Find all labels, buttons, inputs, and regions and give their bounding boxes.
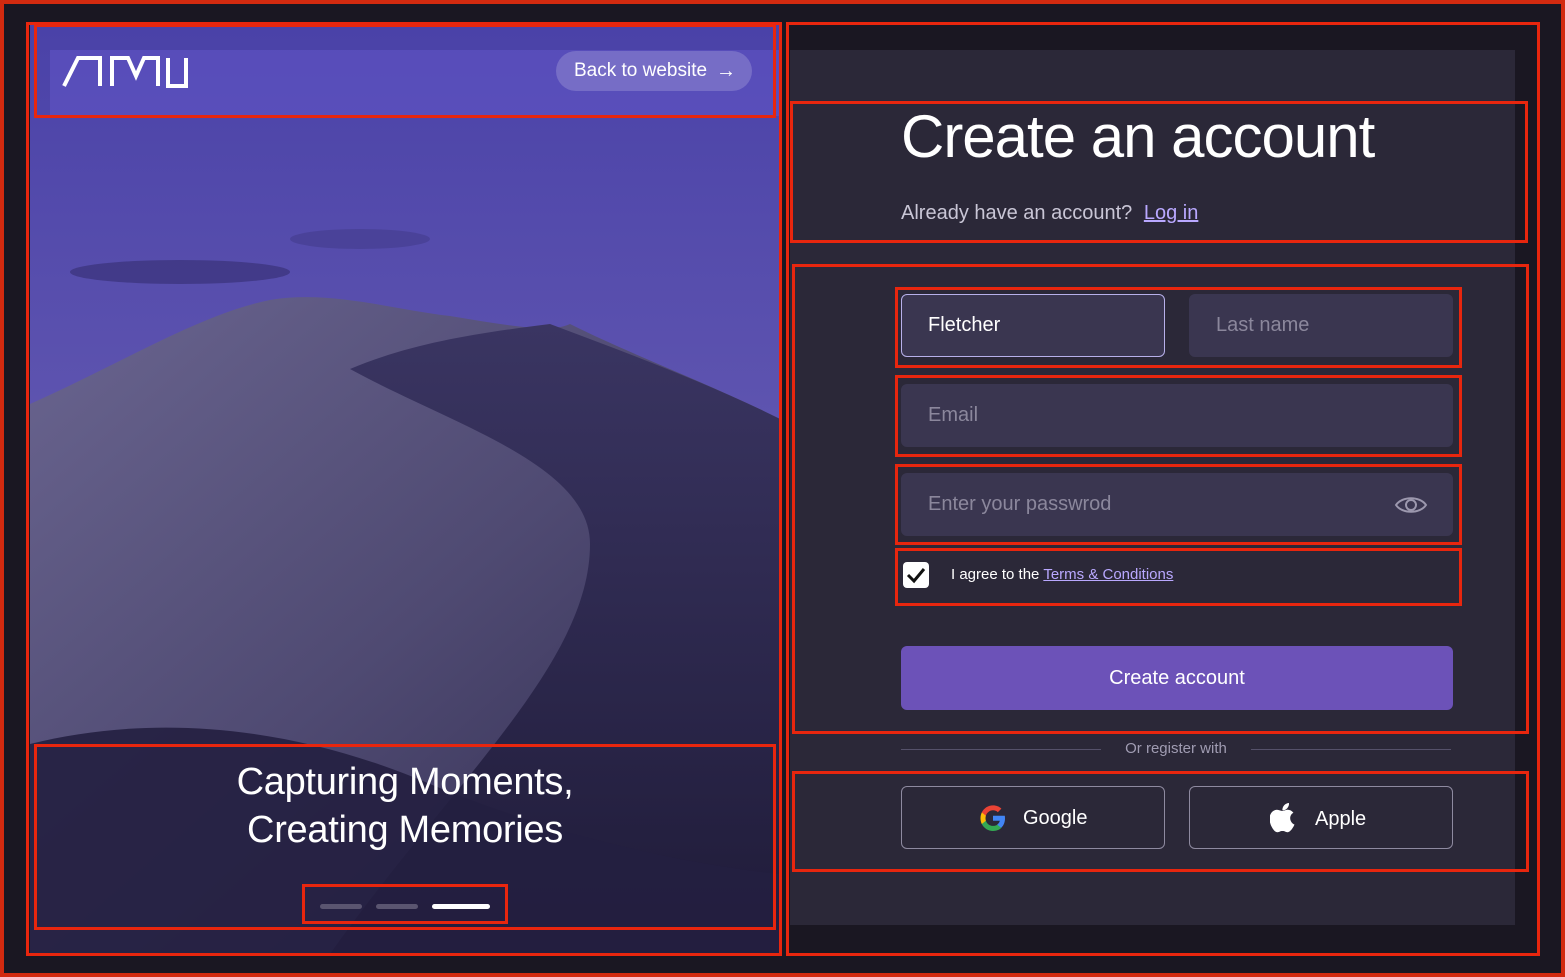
create-account-button[interactable]: Create account — [901, 646, 1453, 710]
divider-left — [901, 749, 1101, 750]
carousel-dot-1[interactable] — [320, 904, 362, 909]
carousel-dot-2[interactable] — [376, 904, 418, 909]
back-to-website-button[interactable]: Back to website → — [556, 51, 752, 91]
amu-logo — [62, 56, 188, 88]
checkmark-icon — [906, 568, 926, 584]
apple-label: Apple — [1315, 808, 1367, 830]
divider-text: Or register with — [1125, 740, 1227, 757]
last-name-input[interactable] — [1189, 294, 1453, 357]
apple-icon — [1270, 803, 1295, 833]
terms-agreement: I agree to the Terms & Conditions — [951, 566, 1173, 583]
carousel-indicator — [320, 904, 490, 910]
apple-signup-button[interactable]: Apple — [1189, 786, 1453, 849]
page-title: Create an account — [901, 103, 1375, 170]
terms-prefix: I agree to the — [951, 566, 1040, 583]
divider-right — [1251, 749, 1451, 750]
email-input[interactable] — [901, 384, 1453, 447]
hero-panel: Back to website → Capturing Moments, Cre… — [30, 24, 780, 954]
caption-line-2: Creating Memories — [247, 809, 563, 851]
login-prompt-text: Already have an account? — [901, 202, 1133, 224]
terms-checkbox[interactable] — [903, 562, 929, 588]
login-prompt: Already have an account? Log in — [901, 202, 1198, 225]
first-name-input[interactable] — [901, 294, 1165, 357]
carousel-dot-3-active[interactable] — [432, 904, 490, 909]
google-signup-button[interactable]: Google — [901, 786, 1165, 849]
google-label: Google — [1023, 807, 1088, 829]
eye-icon[interactable] — [1394, 492, 1428, 518]
hero-caption: Capturing Moments, Creating Memories — [36, 746, 774, 946]
password-input[interactable] — [901, 473, 1453, 536]
arrow-right-icon: → — [716, 60, 736, 82]
back-to-website-label: Back to website — [574, 60, 708, 81]
login-link[interactable]: Log in — [1144, 202, 1199, 224]
caption-line-1: Capturing Moments, — [236, 761, 574, 803]
google-icon — [980, 805, 1005, 831]
terms-link[interactable]: Terms & Conditions — [1043, 566, 1173, 583]
